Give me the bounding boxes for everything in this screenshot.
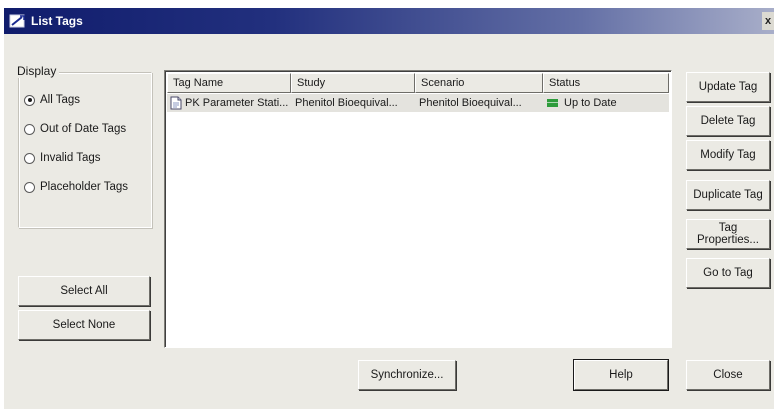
radio-label: All Tags — [40, 94, 81, 106]
status-value: Up to Date — [564, 97, 617, 109]
tag-name-value: PK Parameter Stati... — [185, 97, 289, 109]
list-tags-app-icon — [9, 14, 25, 28]
update-tag-button[interactable]: Update Tag — [686, 72, 770, 102]
cell-status: Up to Date — [543, 97, 669, 109]
study-value: Phenitol Bioequival... — [295, 97, 398, 109]
tags-list[interactable]: Tag Name Study Scenario Status PK Parame… — [164, 70, 672, 348]
help-button[interactable]: Help — [573, 359, 669, 391]
radio-invalid-tags[interactable]: Invalid Tags — [24, 152, 101, 164]
radio-unchecked-icon[interactable] — [24, 123, 35, 135]
column-header-status[interactable]: Status — [543, 73, 669, 93]
status-up-to-date-icon — [547, 99, 558, 107]
radio-all-tags[interactable]: All Tags — [24, 94, 80, 106]
radio-checked-icon[interactable] — [24, 94, 35, 106]
column-header-study[interactable]: Study — [291, 73, 415, 93]
modify-tag-button[interactable]: Modify Tag — [686, 140, 770, 170]
radio-label: Out of Date Tags — [40, 123, 127, 135]
table-row[interactable]: PK Parameter Stati... Phenitol Bioequiva… — [167, 94, 669, 112]
radio-unchecked-icon[interactable] — [24, 181, 35, 193]
list-tags-dialog: List Tags x Display All Tags Out of Date… — [4, 8, 774, 409]
close-icon[interactable]: x — [762, 12, 774, 30]
tag-properties-button[interactable]: Tag Properties... — [686, 219, 770, 249]
column-header-tag-name[interactable]: Tag Name — [167, 73, 291, 93]
radio-placeholder-tags[interactable]: Placeholder Tags — [24, 181, 128, 193]
list-header: Tag Name Study Scenario Status — [167, 73, 669, 93]
radio-out-of-date-tags[interactable]: Out of Date Tags — [24, 123, 126, 135]
radio-unchecked-icon[interactable] — [24, 152, 35, 164]
display-legend: Display — [14, 64, 60, 78]
column-header-scenario[interactable]: Scenario — [415, 73, 543, 93]
go-to-tag-button[interactable]: Go to Tag — [686, 258, 770, 288]
document-icon — [170, 96, 182, 110]
cell-study: Phenitol Bioequival... — [291, 97, 415, 109]
duplicate-tag-button[interactable]: Duplicate Tag — [686, 180, 770, 210]
scenario-value: Phenitol Bioequival... — [419, 97, 522, 109]
window-title: List Tags — [31, 14, 83, 28]
radio-label: Invalid Tags — [40, 152, 101, 164]
radio-label: Placeholder Tags — [40, 181, 129, 193]
close-button[interactable]: Close — [686, 360, 770, 390]
cell-tag-name: PK Parameter Stati... — [167, 96, 291, 110]
select-all-button[interactable]: Select All — [18, 276, 150, 306]
synchronize-button[interactable]: Synchronize... — [358, 360, 456, 390]
select-none-button[interactable]: Select None — [18, 310, 150, 340]
title-bar: List Tags x — [4, 8, 774, 34]
delete-tag-button[interactable]: Delete Tag — [686, 106, 770, 136]
cell-scenario: Phenitol Bioequival... — [415, 97, 543, 109]
